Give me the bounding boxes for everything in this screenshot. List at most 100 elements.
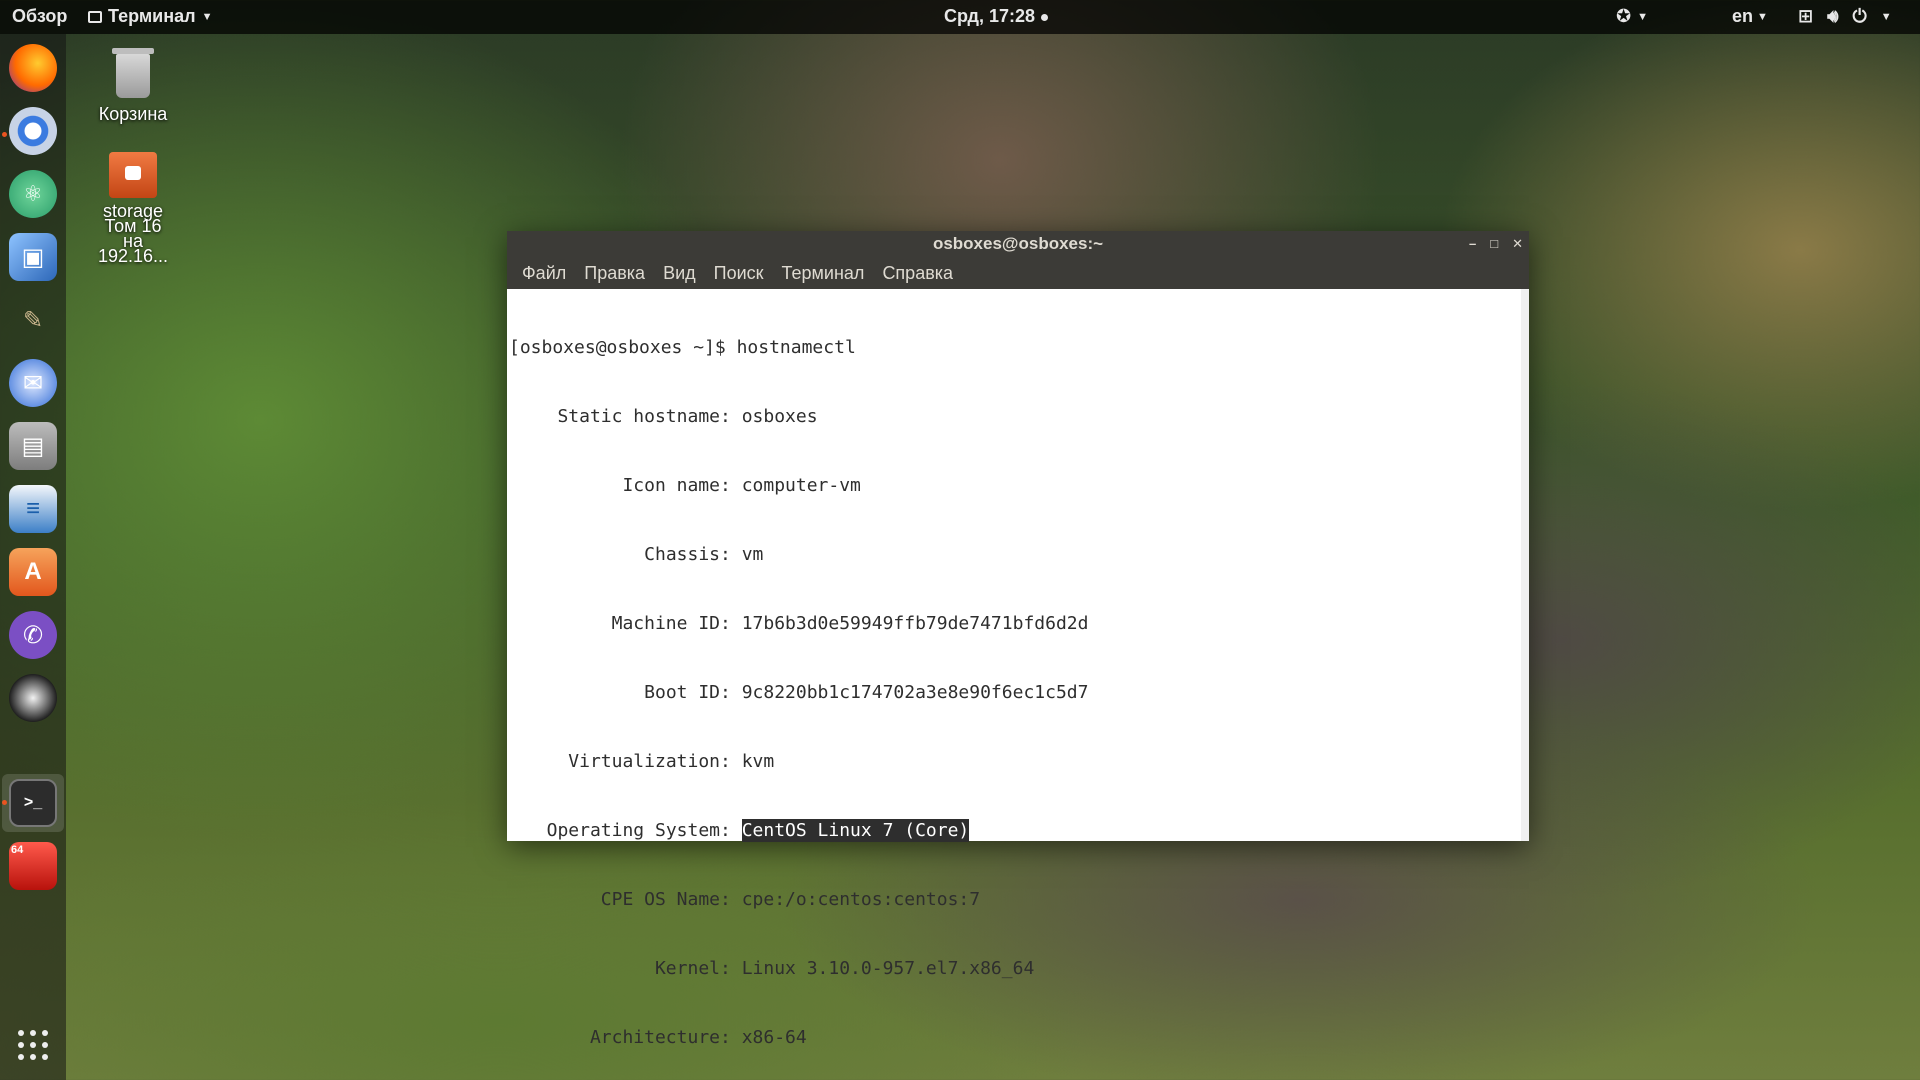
menu-help[interactable]: Справка <box>873 259 962 289</box>
output-row: Architecture: x86-64 <box>509 1026 1521 1049</box>
grid-dot-icon <box>30 1054 36 1060</box>
output-row: Machine ID: 17b6b3d0e59949ffb79de7471bfd… <box>509 612 1521 635</box>
output-key: Chassis <box>644 544 720 565</box>
menu-edit[interactable]: Правка <box>575 259 654 289</box>
output-value: kvm <box>741 751 775 772</box>
window-title: osboxes@osboxes:~ <box>932 234 1104 253</box>
output-value: x86-64 <box>741 1027 807 1048</box>
output-key: CPE OS Name <box>600 889 720 910</box>
output-separator: : <box>720 544 742 565</box>
gimp-icon[interactable]: ✎ <box>9 296 57 344</box>
close-icon[interactable]: ✕ <box>1512 231 1523 257</box>
output-separator: : <box>720 406 742 427</box>
dock: ⚛ ▣ ✎ ✉ ▤ ≡ A ✆ >_ 64 <box>0 34 66 1080</box>
menu-search[interactable]: Поиск <box>705 259 773 289</box>
firefox-icon[interactable] <box>9 44 57 92</box>
output-separator: : <box>720 751 742 772</box>
output-value: vm <box>741 544 764 565</box>
app-64-icon[interactable]: 64 <box>9 842 57 890</box>
terminal-output[interactable]: [osboxes@osboxes ~]$ hostnamectl Static … <box>507 289 1521 1048</box>
chevron-down-icon: ▼ <box>201 10 213 23</box>
power-icon: ⏻ <box>1852 6 1867 26</box>
scrollbar[interactable] <box>1521 289 1529 841</box>
output-row: Kernel: Linux 3.10.0-957.el7.x86_64 <box>509 957 1521 980</box>
output-value: cpe:/o:centos:centos:7 <box>741 889 981 910</box>
top-bar: Обзор Терминал ▼ Срд, 17:28 ✪ ▼ en ▼ ⊞ 🔊… <box>0 0 1920 34</box>
running-indicator-icon <box>2 800 7 805</box>
grid-dot-icon <box>18 1030 24 1036</box>
desktop-network-share[interactable]: storage Том 16 на 192.16... <box>73 152 193 266</box>
output-row: Boot ID: 9c8220bb1c174702a3e8e90f6ec1c5d… <box>509 681 1521 704</box>
terminal-icon[interactable]: >_ <box>9 779 57 827</box>
accessibility-icon: ✪ <box>1616 6 1632 26</box>
chevron-down-icon: ▼ <box>1880 10 1892 23</box>
output-key: Virtualization <box>568 751 720 772</box>
share-label-line-4: 192.16... <box>97 246 169 266</box>
output-key: Static hostname <box>557 406 720 427</box>
output-key: Kernel <box>654 958 720 979</box>
inkscape-icon[interactable] <box>9 674 57 722</box>
window-titlebar[interactable]: osboxes@osboxes:~ – □ ✕ <box>507 231 1529 259</box>
output-key: Boot ID <box>644 682 720 703</box>
output-value: 17b6b3d0e59949ffb79de7471bfd6d2d <box>741 613 1089 634</box>
output-row: Operating System: CentOS Linux 7 (Core) <box>509 819 1521 842</box>
output-separator: : <box>720 889 742 910</box>
minimize-icon[interactable]: – <box>1469 231 1476 257</box>
grid-dot-icon <box>18 1054 24 1060</box>
trash-icon <box>112 48 154 98</box>
accessibility-menu[interactable]: ✪ ▼ <box>1616 6 1648 27</box>
volume-icon: 🔊︎ <box>1827 6 1839 26</box>
output-value: Linux 3.10.0-957.el7.x86_64 <box>741 958 1035 979</box>
selected-text[interactable]: CentOS Linux 7 (Core) <box>741 819 970 842</box>
output-separator: : <box>720 958 742 979</box>
grid-dot-icon <box>30 1042 36 1048</box>
menu-view[interactable]: Вид <box>654 259 705 289</box>
output-row: Static hostname: osboxes <box>509 405 1521 428</box>
output-row: Chassis: vm <box>509 543 1521 566</box>
language-label: en <box>1732 6 1754 26</box>
system-menu[interactable]: ⊞ 🔊︎ ⏻ ▼ <box>1798 6 1892 27</box>
output-separator: : <box>720 1027 742 1048</box>
command: hostnamectl <box>736 337 856 358</box>
files-icon[interactable]: ▤ <box>9 422 57 470</box>
network-icon: ⊞ <box>1798 6 1814 26</box>
output-separator: : <box>720 475 742 496</box>
grid-dot-icon <box>42 1054 48 1060</box>
show-applications-button[interactable] <box>18 1030 48 1060</box>
menu-terminal[interactable]: Терминал <box>773 259 874 289</box>
chevron-down-icon: ▼ <box>1757 10 1768 23</box>
network-share-icon <box>109 152 157 198</box>
running-indicator-icon <box>2 132 7 137</box>
terminal-menubar: Файл Правка Вид Поиск Терминал Справка <box>507 259 1529 289</box>
output-separator: : <box>720 682 742 703</box>
maximize-icon[interactable]: □ <box>1490 231 1498 257</box>
language-menu[interactable]: en ▼ <box>1732 6 1768 27</box>
output-key: Icon name <box>622 475 720 496</box>
app-menu-label: Терминал <box>108 6 196 26</box>
grid-dot-icon <box>42 1042 48 1048</box>
app-menu[interactable]: Терминал ▼ <box>88 6 212 27</box>
software-center-icon[interactable]: A <box>9 548 57 596</box>
terminal-window[interactable]: osboxes@osboxes:~ – □ ✕ Файл Правка Вид … <box>507 231 1529 1048</box>
output-separator: : <box>720 613 742 634</box>
prompt: [osboxes@osboxes ~]$ <box>509 337 737 358</box>
virtualbox-icon[interactable]: ▣ <box>9 233 57 281</box>
writer-icon[interactable]: ≡ <box>9 485 57 533</box>
command-line: [osboxes@osboxes ~]$ hostnamectl <box>509 336 1521 359</box>
output-value: osboxes <box>741 406 818 427</box>
window-controls: – □ ✕ <box>1469 231 1523 257</box>
terminal-app-icon <box>88 10 102 23</box>
chevron-down-icon: ▼ <box>1637 10 1648 23</box>
clock[interactable]: Срд, 17:28 <box>944 6 1049 27</box>
output-key: Machine ID <box>611 613 720 634</box>
output-separator: : <box>720 820 742 841</box>
desktop-trash[interactable]: Корзина <box>73 48 193 125</box>
activities-button[interactable]: Обзор <box>12 6 67 27</box>
menu-file[interactable]: Файл <box>513 259 575 289</box>
grid-dot-icon <box>30 1030 36 1036</box>
output-row: Icon name: computer-vm <box>509 474 1521 497</box>
chromium-icon[interactable] <box>9 107 57 155</box>
thunderbird-icon[interactable]: ✉ <box>9 359 57 407</box>
atom-icon[interactable]: ⚛ <box>9 170 57 218</box>
viber-icon[interactable]: ✆ <box>9 611 57 659</box>
